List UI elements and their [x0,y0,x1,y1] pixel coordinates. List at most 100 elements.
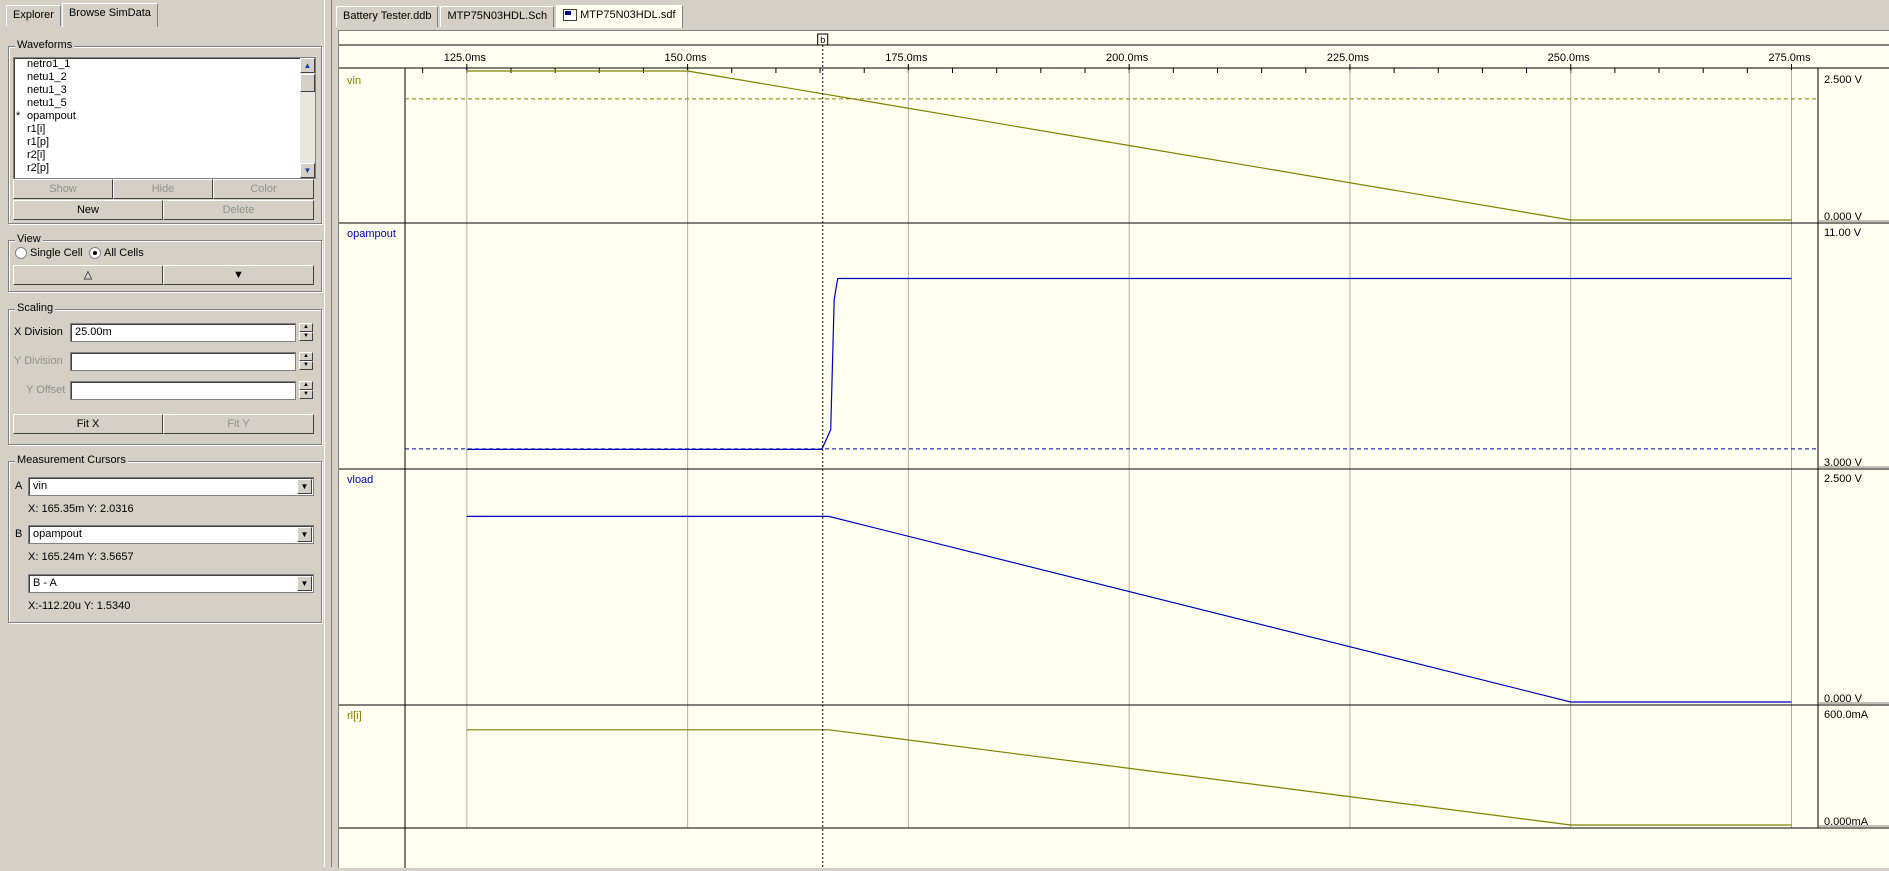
waveforms-group: Waveforms netro1_1 netu1_2 netu1_3 netu1_5 *… [8,39,322,224]
tab-mtp75n03hdl-sch[interactable]: MTP75N03HDL.Sch [440,6,555,27]
all-cells-radio[interactable] [89,247,101,260]
x-division-input[interactable]: 25.00m [70,323,296,342]
waveform-label: r2[i] [27,149,46,161]
y-offset-input[interactable] [70,381,296,400]
tab-mtp75n03hdl-sdf-label: MTP75N03HDL.sdf [580,9,676,21]
cursor-a-value: vin [33,480,48,492]
cursor-a-label: A [15,480,23,492]
tab-explorer[interactable]: Explorer [6,5,61,26]
y-max-label: 600.0mA [1824,709,1869,721]
fit-x-button[interactable]: Fit X [13,414,163,434]
x-tick-label: 225.0ms [1327,52,1370,64]
waveform-list-scrollbar[interactable]: ▲ ▼ [300,58,315,178]
all-cells-option[interactable]: All Cells [89,247,144,260]
waveforms-legend: Waveforms [15,39,75,51]
cursor-diff-value: B - A [33,577,57,589]
view-legend: View [15,233,43,245]
move-down-button[interactable]: ▼ [163,265,314,285]
waveform-plot-area[interactable]: 125.0ms 150.0ms 175.0ms 200.0ms 225.0ms 250.0… [338,30,1889,868]
x-tick-label: 125.0ms [444,52,487,64]
waveform-label: r1[i] [27,123,46,135]
y-max-label: 2.500 V [1824,473,1863,485]
tab-battery-tester-ddb[interactable]: Battery Tester.ddb [336,6,439,27]
y-division-label: Y Division [14,355,63,367]
tab-browse-simdata[interactable]: Browse SimData [61,3,158,27]
chevron-down-icon[interactable]: ▼ [297,479,312,494]
x-tick-label: 250.0ms [1548,52,1591,64]
x-tick-label: 275.0ms [1768,52,1811,64]
cursor-a-select[interactable]: vin ▼ [28,477,314,496]
y-offset-spinner[interactable]: ▲ ▼ [299,381,313,400]
scroll-thumb[interactable] [300,74,315,92]
waveform-list[interactable]: netro1_1 netu1_2 netu1_3 netu1_5 * opampout r1… [13,57,316,179]
waveform-list-item[interactable]: netro1_1 [14,58,315,71]
cursor-b-select[interactable]: opampout ▼ [28,525,314,544]
y-offset-label: Y Offset [26,384,66,396]
delete-button[interactable]: Delete [163,200,314,220]
fit-y-button[interactable]: Fit Y [163,414,314,434]
cell-name-label: vin [347,75,361,87]
scaling-legend: Scaling [15,302,56,314]
waveform-label: netu1_3 [27,84,67,96]
single-cell-radio[interactable] [15,247,27,260]
y-division-input[interactable] [70,352,296,371]
cursor-b-label: B [15,528,23,540]
cell-name-label: opampout [347,228,396,240]
waveform-label: r1[p] [27,136,50,148]
y-max-label: 11.00 V [1824,227,1862,239]
x-tick-label: 200.0ms [1106,52,1149,64]
waveform-list-item[interactable]: netu1_2 [14,71,315,84]
new-button[interactable]: New [13,200,163,220]
waveform-list-item[interactable]: r1[i] [14,123,315,136]
chevron-down-icon[interactable]: ▼ [297,576,312,591]
measurement-cursors-legend: Measurement Cursors [15,454,128,466]
x-division-spinner[interactable]: ▲ ▼ [299,323,313,342]
scaling-group: Scaling X Division 25.00m ▲ ▼ Y Division … [8,302,322,445]
cursor-marker-label: b [820,35,825,45]
measurement-cursors-group: Measurement Cursors A vin ▼ X: 165.35m Y:… [8,454,322,623]
cursor-a-readout: X: 165.35m Y: 2.0316 [28,503,134,515]
waveform-chart[interactable]: 125.0ms 150.0ms 175.0ms 200.0ms 225.0ms 250.0… [339,31,1889,868]
y-max-label: 2.500 V [1824,74,1863,86]
panel-tabs: Explorer Browse SimData [6,3,159,27]
waveform-label: r2[p] [27,162,50,174]
waveform-list-item[interactable]: netu1_5 [14,97,315,110]
chevron-down-icon[interactable]: ▼ [297,527,312,542]
waveform-list-item[interactable]: r1[p] [14,136,315,149]
waveform-label: netu1_2 [27,71,67,83]
hide-button[interactable]: Hide [113,179,213,199]
x-tick-label: 175.0ms [885,52,928,64]
document-icon [563,9,578,22]
waveform-list-item[interactable]: * opampout [14,110,315,123]
single-cell-label: Single Cell [30,247,83,259]
show-button[interactable]: Show [13,179,113,199]
left-panel: Explorer Browse SimData Waveforms netro1… [0,0,324,867]
cursor-b-readout: X: 165.24m Y: 3.5657 [28,551,134,563]
tab-mtp75n03hdl-sdf[interactable]: MTP75N03HDL.sdf [556,5,683,28]
color-button[interactable]: Color [213,179,314,199]
waveform-list-item[interactable]: r2[i] [14,149,315,162]
cursor-b-value: opampout [33,528,82,540]
cursor-diff-select[interactable]: B - A ▼ [28,574,314,593]
cursor-diff-readout: X:-112.20u Y: 1.5340 [28,600,131,612]
y-division-spinner[interactable]: ▲ ▼ [299,352,313,371]
single-cell-option[interactable]: Single Cell [15,247,83,260]
waveform-marker: * [16,110,21,122]
x-division-label: X Division [14,326,63,338]
view-group: View Single Cell All Cells △ ▼ [8,233,322,292]
waveform-label: opampout [27,110,76,122]
waveform-list-item[interactable]: netu1_3 [14,84,315,97]
waveform-label: netro1_1 [27,58,71,70]
scroll-down-icon[interactable]: ▼ [300,163,315,178]
waveform-list-item[interactable]: r2[p] [14,162,315,175]
waveform-items: netro1_1 netu1_2 netu1_3 netu1_5 * opampout r1… [14,58,315,175]
panel-splitter[interactable] [324,0,332,867]
document-area: Battery Tester.ddb MTP75N03HDL.Sch MTP75… [332,0,1889,868]
x-tick-label: 150.0ms [664,52,707,64]
document-tabs: Battery Tester.ddb MTP75N03HDL.Sch MTP75… [336,5,685,28]
scroll-up-icon[interactable]: ▲ [300,58,315,73]
waveform-label: netu1_5 [27,97,67,109]
cell-name-label: vload [347,474,373,486]
move-up-button[interactable]: △ [13,265,163,285]
all-cells-label: All Cells [104,247,144,259]
